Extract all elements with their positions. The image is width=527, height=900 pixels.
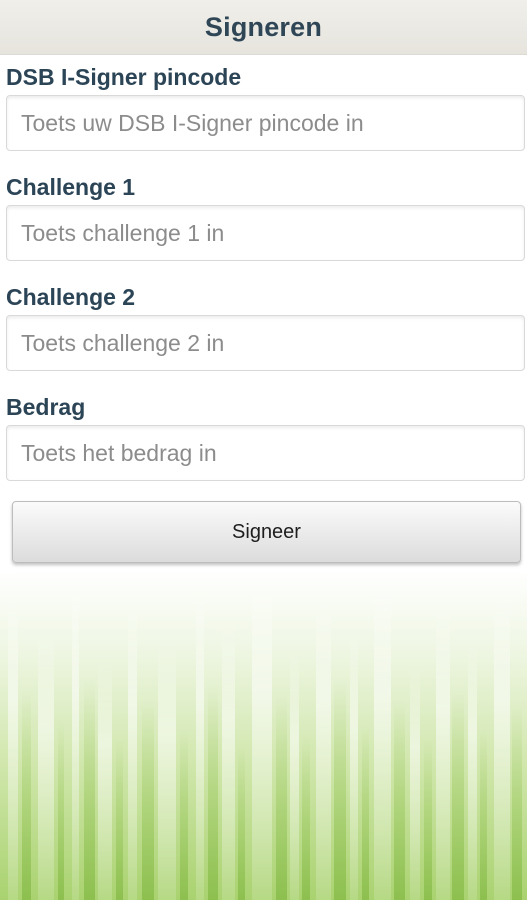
- amount-label: Bedrag: [6, 394, 86, 420]
- page-title: Signeren: [204, 11, 323, 42]
- pincode-input[interactable]: [6, 95, 525, 151]
- grass-stripes-graphic: [8, 575, 522, 900]
- challenge-2-input[interactable]: [6, 315, 525, 371]
- challenge-1-label: Challenge 1: [6, 174, 136, 200]
- sign-button[interactable]: Signeer: [12, 501, 521, 563]
- pincode-label: DSB I-Signer pincode: [6, 64, 242, 90]
- grass-background: [0, 570, 527, 900]
- signing-form: DSB I-Signer pincode Challenge 1 Challen…: [0, 55, 527, 495]
- amount-input[interactable]: [6, 425, 525, 481]
- challenge-1-input[interactable]: [6, 205, 525, 261]
- challenge-2-label: Challenge 2: [6, 284, 136, 310]
- title-bar: Signeren: [0, 0, 527, 55]
